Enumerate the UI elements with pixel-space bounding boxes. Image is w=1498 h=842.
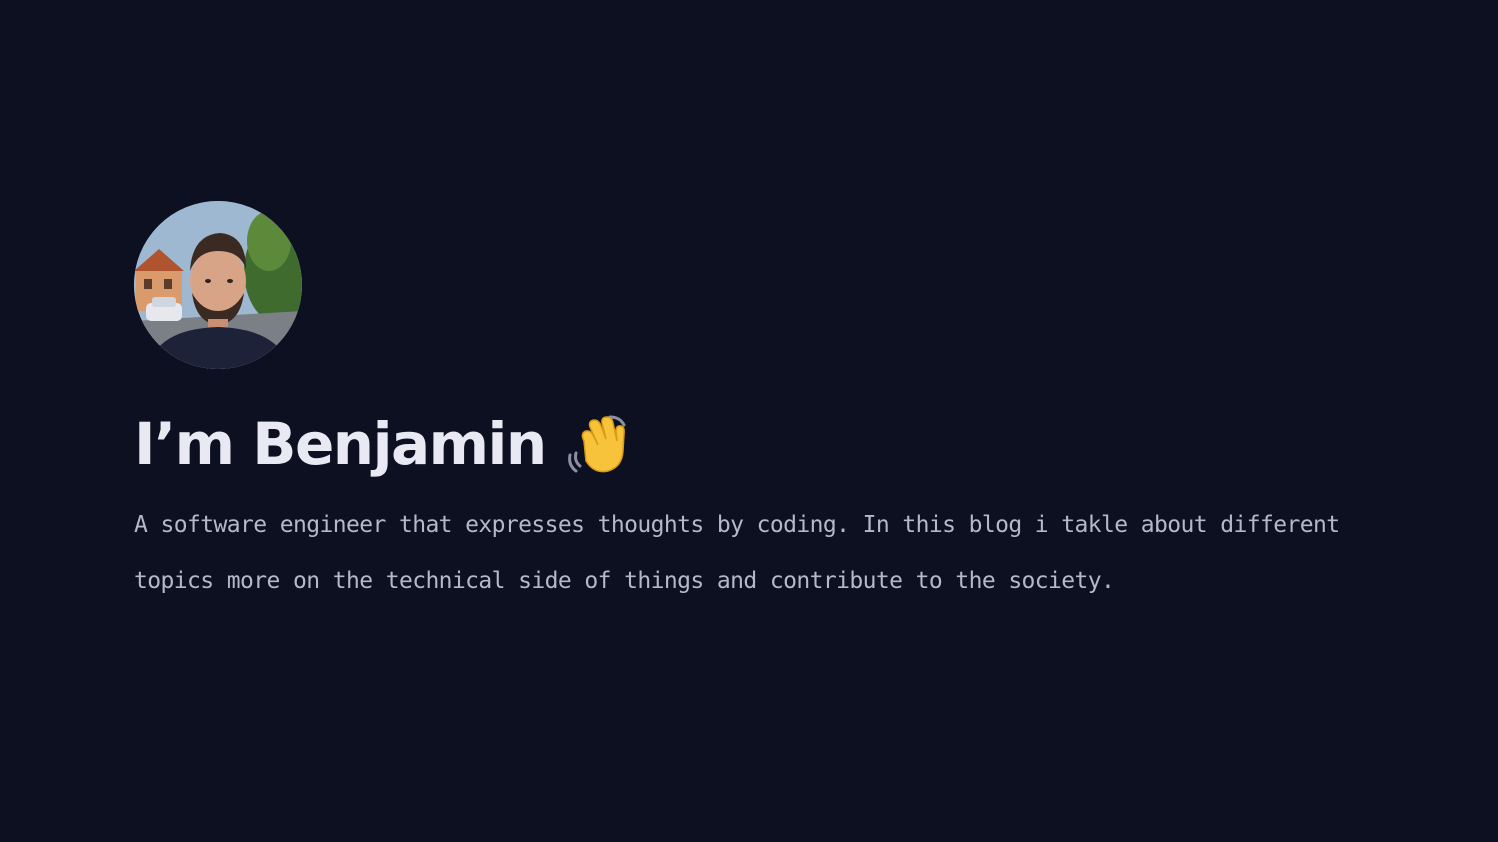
hero-section: I’m Benjamin A software engineer that ex… (134, 201, 1394, 632)
waving-hand-icon (564, 411, 630, 477)
page-title: I’m Benjamin (134, 410, 547, 478)
avatar (134, 201, 302, 369)
bio-text: A software engineer that expresses thoug… (134, 512, 1340, 594)
title-row: I’m Benjamin (134, 409, 1394, 479)
